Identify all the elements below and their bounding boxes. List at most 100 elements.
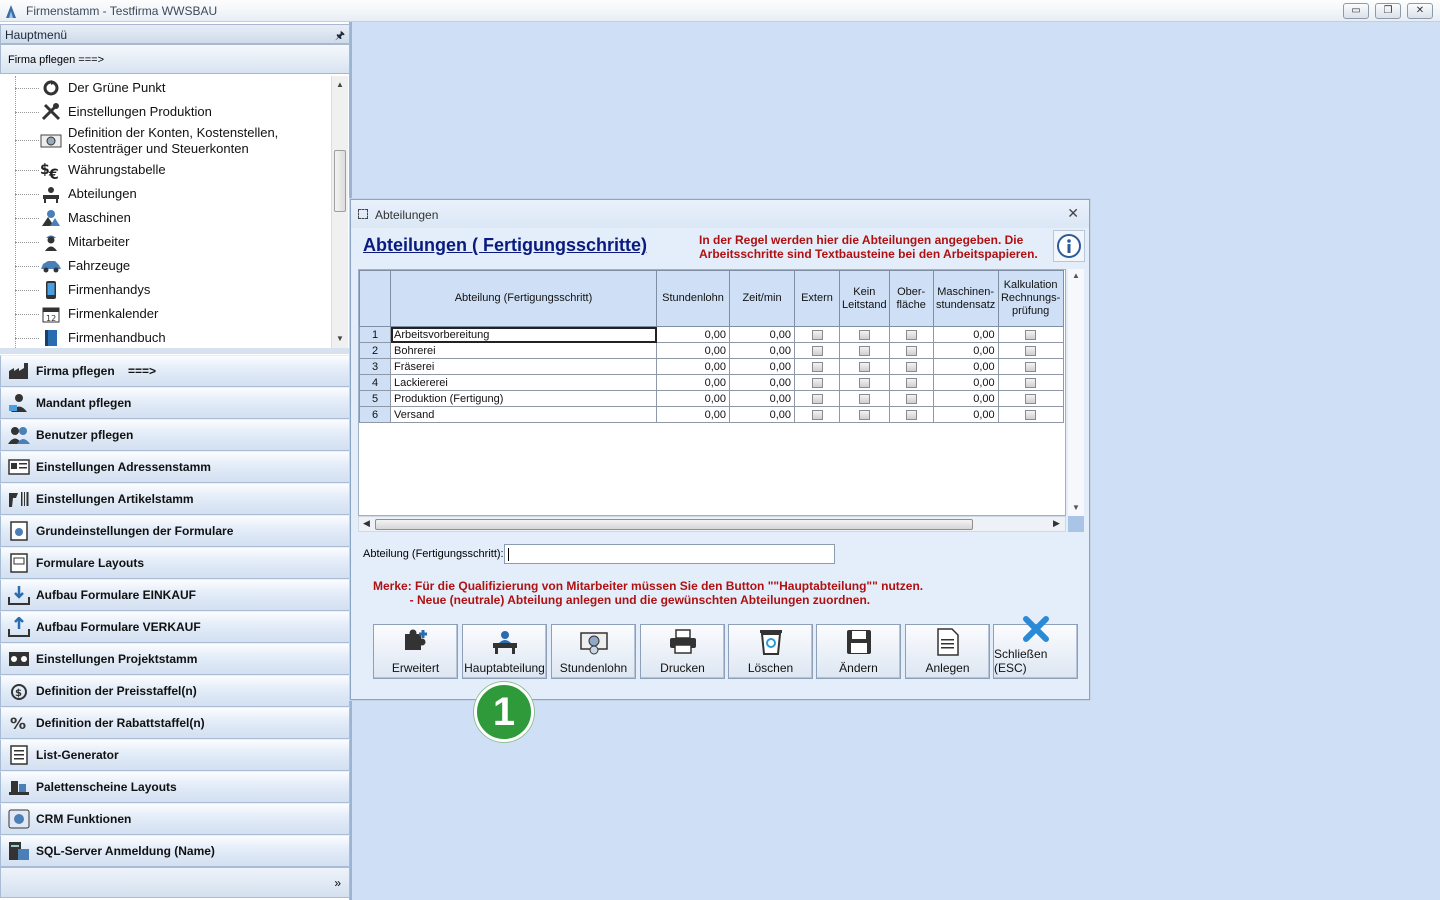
nav-preisstaffel[interactable]: $ Definition der Preisstaffel(n) bbox=[0, 675, 350, 707]
cell-kein-leitstand-checkbox[interactable] bbox=[839, 390, 890, 407]
stundenlohn-button[interactable]: Stundenlohn bbox=[551, 624, 636, 679]
checkbox[interactable] bbox=[1025, 361, 1037, 372]
checkbox[interactable] bbox=[858, 377, 870, 388]
grid-hscroll-thumb[interactable] bbox=[375, 519, 973, 530]
column-header-kein-leitstand[interactable]: Kein Leitstand bbox=[839, 270, 890, 327]
cell-abteilung[interactable]: Fräserei bbox=[390, 358, 657, 375]
checkbox[interactable] bbox=[905, 361, 917, 372]
row-number[interactable]: 2 bbox=[359, 342, 391, 359]
cell-oberflaeche-checkbox[interactable] bbox=[888, 374, 934, 391]
tree-scroll-thumb[interactable] bbox=[334, 150, 346, 212]
tree-item-einstellungen-produktion[interactable]: Einstellungen Produktion bbox=[40, 101, 212, 123]
cell-maschinenstundensatz[interactable]: 0,00 bbox=[932, 406, 999, 423]
table-row[interactable]: 4 Lackiererei 0,00 0,00 0,00 bbox=[359, 374, 1064, 391]
anlegen-button[interactable]: Anlegen bbox=[905, 624, 990, 679]
cell-maschinenstundensatz[interactable]: 0,00 bbox=[932, 390, 999, 407]
cell-abteilung[interactable]: Lackiererei bbox=[390, 374, 657, 391]
nav-list-generator[interactable]: List-Generator bbox=[0, 739, 350, 771]
tree-item-firmenhandbuch[interactable]: Firmenhandbuch bbox=[40, 327, 166, 348]
checkbox[interactable] bbox=[858, 345, 870, 356]
table-row[interactable]: 5 Produktion (Fertigung) 0,00 0,00 0,00 bbox=[359, 390, 1064, 407]
cell-kein-leitstand-checkbox[interactable] bbox=[839, 342, 890, 359]
cell-kalkulation-checkbox[interactable] bbox=[997, 406, 1064, 423]
scroll-up-icon[interactable]: ▲ bbox=[336, 80, 344, 89]
cell-oberflaeche-checkbox[interactable] bbox=[888, 390, 934, 407]
checkbox[interactable] bbox=[905, 393, 917, 404]
column-header-extern[interactable]: Extern bbox=[794, 270, 840, 327]
chevron-double-icon[interactable]: » bbox=[334, 876, 341, 890]
cell-extern-checkbox[interactable] bbox=[794, 374, 840, 391]
tree-item-der-gruene-punkt[interactable]: Der Grüne Punkt bbox=[40, 77, 166, 99]
scroll-up-icon[interactable]: ▲ bbox=[1072, 271, 1080, 280]
checkbox[interactable] bbox=[858, 393, 870, 404]
cell-kalkulation-checkbox[interactable] bbox=[997, 374, 1064, 391]
section-header[interactable]: Firma pflegen ===> bbox=[0, 44, 350, 74]
cell-zeit[interactable]: 0,00 bbox=[729, 406, 795, 423]
grid-horizontal-scrollbar[interactable]: ◀ ▶ bbox=[358, 516, 1066, 532]
nav-formulare-layouts[interactable]: Formulare Layouts bbox=[0, 547, 350, 579]
table-row[interactable]: 1 Arbeitsvorbereitung 0,00 0,00 0,00 bbox=[359, 326, 1064, 343]
minimize-button[interactable]: ▭ bbox=[1343, 3, 1369, 19]
cell-stundenlohn[interactable]: 0,00 bbox=[656, 374, 730, 391]
nav-mandant-pflegen[interactable]: Mandant pflegen bbox=[0, 387, 350, 419]
checkbox[interactable] bbox=[811, 329, 823, 340]
erweitert-button[interactable]: Erweitert bbox=[373, 624, 458, 679]
nav-einstellungen-projektstamm[interactable]: Einstellungen Projektstamm bbox=[0, 643, 350, 675]
tree-item-waehrungstabelle[interactable]: $ € Währungstabelle bbox=[40, 159, 166, 181]
cell-kalkulation-checkbox[interactable] bbox=[997, 358, 1064, 375]
aendern-button[interactable]: Ändern bbox=[816, 624, 901, 679]
nav-crm-funktionen[interactable]: CRM Funktionen bbox=[0, 803, 350, 835]
panel-splitter[interactable] bbox=[0, 348, 350, 354]
restore-button[interactable]: ❐ bbox=[1375, 3, 1401, 19]
row-number[interactable]: 6 bbox=[359, 406, 391, 423]
tree-item-maschinen[interactable]: Maschinen bbox=[40, 207, 131, 229]
scroll-down-icon[interactable]: ▼ bbox=[336, 334, 344, 343]
nav-rabattstaffel[interactable]: % Definition der Rabattstaffel(n) bbox=[0, 707, 350, 739]
abteilung-input[interactable] bbox=[504, 544, 835, 564]
tree-item-firmenhandys[interactable]: Firmenhandys bbox=[40, 279, 150, 301]
nav-formulare-einkauf[interactable]: Aufbau Formulare EINKAUF bbox=[0, 579, 350, 611]
checkbox[interactable] bbox=[811, 361, 823, 372]
cell-extern-checkbox[interactable] bbox=[794, 326, 840, 343]
cell-kein-leitstand-checkbox[interactable] bbox=[839, 374, 890, 391]
cell-oberflaeche-checkbox[interactable] bbox=[888, 406, 934, 423]
hauptabteilung-button[interactable]: Hauptabteilung bbox=[462, 624, 547, 679]
checkbox[interactable] bbox=[858, 361, 870, 372]
checkbox[interactable] bbox=[905, 377, 917, 388]
loeschen-button[interactable]: Löschen bbox=[728, 624, 813, 679]
tree-scrollbar[interactable]: ▲ ▼ bbox=[331, 76, 348, 348]
cell-zeit[interactable]: 0,00 bbox=[729, 390, 795, 407]
column-header-stundenlohn[interactable]: Stundenlohn bbox=[656, 270, 730, 327]
cell-kein-leitstand-checkbox[interactable] bbox=[839, 326, 890, 343]
nav-sql-server[interactable]: SQL-Server Anmeldung (Name) bbox=[0, 835, 350, 867]
nav-einstellungen-adressenstamm[interactable]: Einstellungen Adressenstamm bbox=[0, 451, 350, 483]
checkbox[interactable] bbox=[1025, 393, 1037, 404]
checkbox[interactable] bbox=[1025, 345, 1037, 356]
cell-abteilung[interactable]: Arbeitsvorbereitung bbox=[390, 326, 657, 343]
cell-stundenlohn[interactable]: 0,00 bbox=[656, 406, 730, 423]
checkbox[interactable] bbox=[858, 409, 870, 420]
cell-oberflaeche-checkbox[interactable] bbox=[888, 358, 934, 375]
nav-einstellungen-artikelstamm[interactable]: Einstellungen Artikelstamm bbox=[0, 483, 350, 515]
cell-kalkulation-checkbox[interactable] bbox=[997, 326, 1064, 343]
cell-zeit[interactable]: 0,00 bbox=[729, 326, 795, 343]
checkbox[interactable] bbox=[811, 345, 823, 356]
column-header-abteilung[interactable]: Abteilung (Fertigungsschritt) bbox=[390, 270, 657, 327]
column-header-maschinenstundensatz[interactable]: Maschinen-stundensatz bbox=[932, 270, 999, 327]
checkbox[interactable] bbox=[858, 329, 870, 340]
nav-firma-pflegen[interactable]: Firma pflegen ===> bbox=[0, 355, 350, 387]
tree-item-abteilungen[interactable]: Abteilungen bbox=[40, 183, 137, 205]
cell-kalkulation-checkbox[interactable] bbox=[997, 342, 1064, 359]
info-button[interactable] bbox=[1053, 230, 1085, 262]
checkbox[interactable] bbox=[811, 409, 823, 420]
cell-stundenlohn[interactable]: 0,00 bbox=[656, 326, 730, 343]
drucken-button[interactable]: Drucken bbox=[640, 624, 725, 679]
dialog-close-icon[interactable]: ✕ bbox=[1067, 205, 1079, 222]
cell-zeit[interactable]: 0,00 bbox=[729, 358, 795, 375]
tree-item-fahrzeuge[interactable]: Fahrzeuge bbox=[40, 255, 130, 277]
row-number[interactable]: 3 bbox=[359, 358, 391, 375]
cell-kein-leitstand-checkbox[interactable] bbox=[839, 406, 890, 423]
row-number[interactable]: 1 bbox=[359, 326, 391, 343]
checkbox[interactable] bbox=[905, 409, 917, 420]
table-row[interactable]: 6 Versand 0,00 0,00 0,00 bbox=[359, 406, 1064, 423]
